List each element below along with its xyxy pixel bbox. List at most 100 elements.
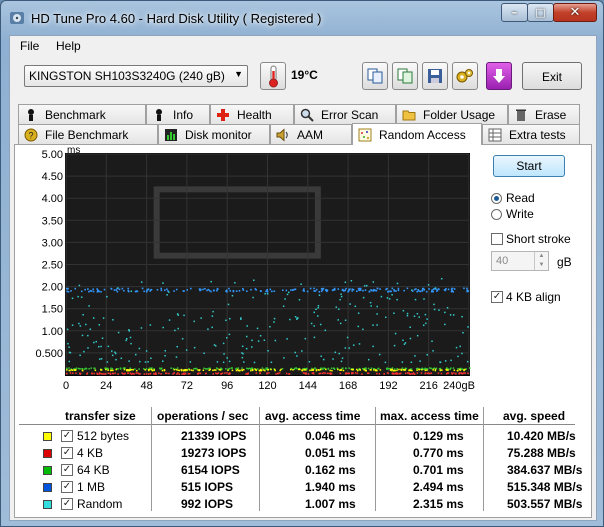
- data-point-random: [378, 353, 381, 356]
- short-stroke-input[interactable]: 40 ▲ ▼: [491, 251, 549, 271]
- data-point-1: [158, 372, 160, 375]
- data-point-1mb: [359, 289, 362, 291]
- data-point-random: [253, 361, 256, 364]
- data-point-random: [406, 314, 409, 317]
- align-checkbox[interactable]: ✓: [491, 291, 503, 303]
- max-access-cell: 0.129 ms: [413, 429, 464, 443]
- close-button[interactable]: ✕: [553, 3, 597, 22]
- series-checkbox[interactable]: ✓: [61, 430, 73, 442]
- data-point-random: [320, 355, 322, 357]
- data-point-0: [256, 368, 259, 370]
- data-point-0: [216, 367, 219, 370]
- data-point-random: [125, 339, 127, 342]
- data-point-2: [297, 368, 300, 371]
- data-point-1mb: [352, 288, 355, 291]
- ops-cell: 6154 IOPS: [181, 463, 240, 477]
- data-point-1mb: [210, 290, 212, 293]
- data-point-random: [418, 316, 420, 318]
- data-point-1: [133, 373, 135, 375]
- data-point-1mb: [325, 289, 327, 292]
- tab-folder-usage[interactable]: Folder Usage: [396, 104, 508, 124]
- exit-button[interactable]: Exit: [522, 62, 582, 90]
- menu-help[interactable]: Help: [56, 39, 81, 53]
- data-point-1mb: [321, 288, 324, 291]
- maximize-button[interactable]: □: [527, 3, 554, 22]
- data-point-random: [223, 353, 225, 355]
- data-point-random: [117, 287, 119, 289]
- series-checkbox[interactable]: ✓: [61, 481, 73, 493]
- data-point-random: [410, 361, 413, 364]
- data-point-2: [303, 368, 305, 371]
- tab-erase[interactable]: Erase: [508, 104, 580, 124]
- data-point-random: [461, 352, 463, 355]
- data-point-random: [462, 331, 464, 334]
- data-point-1mb: [160, 287, 162, 290]
- minimize-button[interactable]: –: [501, 3, 528, 22]
- data-point-random: [112, 319, 114, 321]
- data-point-1mb: [303, 290, 305, 292]
- data-point-1mb: [376, 287, 379, 290]
- spin-arrows-icon[interactable]: ▲ ▼: [534, 252, 548, 270]
- start-button[interactable]: Start: [493, 155, 565, 177]
- data-point-0: [104, 367, 106, 369]
- tab-error-scan[interactable]: Error Scan: [294, 104, 396, 124]
- copy-text-button[interactable]: [362, 62, 388, 90]
- data-point-2: [439, 369, 442, 371]
- data-point-random: [313, 311, 315, 314]
- data-point-random: [92, 317, 95, 319]
- data-point-random: [114, 351, 116, 354]
- data-point-1: [215, 372, 217, 374]
- series-checkbox[interactable]: ✓: [61, 498, 73, 510]
- tab-health[interactable]: Health: [210, 104, 294, 124]
- data-point-random: [100, 358, 103, 360]
- data-point-2: [219, 369, 222, 371]
- ops-cell: 515 IOPS: [181, 480, 234, 494]
- data-point-random: [66, 328, 69, 331]
- options-button[interactable]: [452, 62, 478, 90]
- data-point-1mb: [273, 290, 276, 293]
- write-radio[interactable]: [491, 209, 502, 220]
- short-stroke-checkbox[interactable]: [491, 233, 503, 245]
- data-point-random: [393, 344, 396, 347]
- data-point-1mb: [208, 289, 211, 292]
- tab-random-access[interactable]: Random Access: [352, 123, 482, 145]
- data-point-1: [408, 373, 411, 375]
- download-update-button[interactable]: [486, 62, 512, 90]
- y-tick-label: 1.00: [42, 326, 63, 338]
- data-point-1mb: [103, 288, 106, 291]
- tab-extra-tests[interactable]: Extra tests: [482, 124, 580, 144]
- data-point-0: [206, 368, 208, 370]
- title-bar[interactable]: HD Tune Pro 4.60 - Hard Disk Utility ( R…: [1, 1, 603, 35]
- tab-aam[interactable]: AAM: [270, 124, 352, 144]
- data-point-random: [394, 332, 397, 335]
- data-point-random: [372, 281, 375, 283]
- data-point-random: [211, 315, 214, 317]
- data-point-2: [128, 369, 131, 371]
- ops-cell: 21339 IOPS: [181, 429, 247, 443]
- read-radio[interactable]: [491, 193, 502, 204]
- menu-file[interactable]: File: [20, 39, 39, 53]
- series-checkbox[interactable]: ✓: [61, 464, 73, 476]
- tab-benchmark[interactable]: Benchmark: [18, 104, 146, 124]
- data-point-random: [363, 285, 366, 287]
- folder-icon: [401, 107, 417, 123]
- save-button[interactable]: [422, 62, 448, 90]
- data-point-0: [367, 367, 370, 370]
- data-point-2: [215, 369, 217, 371]
- tab-info[interactable]: Info: [146, 104, 210, 124]
- data-point-random: [423, 298, 425, 300]
- data-point-random: [317, 307, 319, 309]
- copy-screenshot-button[interactable]: [392, 62, 418, 90]
- series-checkbox[interactable]: ✓: [61, 447, 73, 459]
- data-point-random: [372, 345, 374, 348]
- data-point-random: [71, 297, 74, 300]
- data-point-random: [264, 292, 266, 295]
- tab-disk-monitor[interactable]: Disk monitor: [158, 124, 270, 144]
- drive-select[interactable]: KINGSTON SH103S3240G (240 gB) ▼: [24, 65, 248, 87]
- data-point-2: [350, 368, 353, 371]
- data-point-1mb: [326, 289, 329, 292]
- tab-file-benchmark[interactable]: ? File Benchmark: [18, 124, 158, 144]
- speed-cell: 75.288 MB/s: [507, 446, 576, 460]
- data-point-1: [322, 372, 325, 374]
- temperature-button[interactable]: [260, 62, 286, 90]
